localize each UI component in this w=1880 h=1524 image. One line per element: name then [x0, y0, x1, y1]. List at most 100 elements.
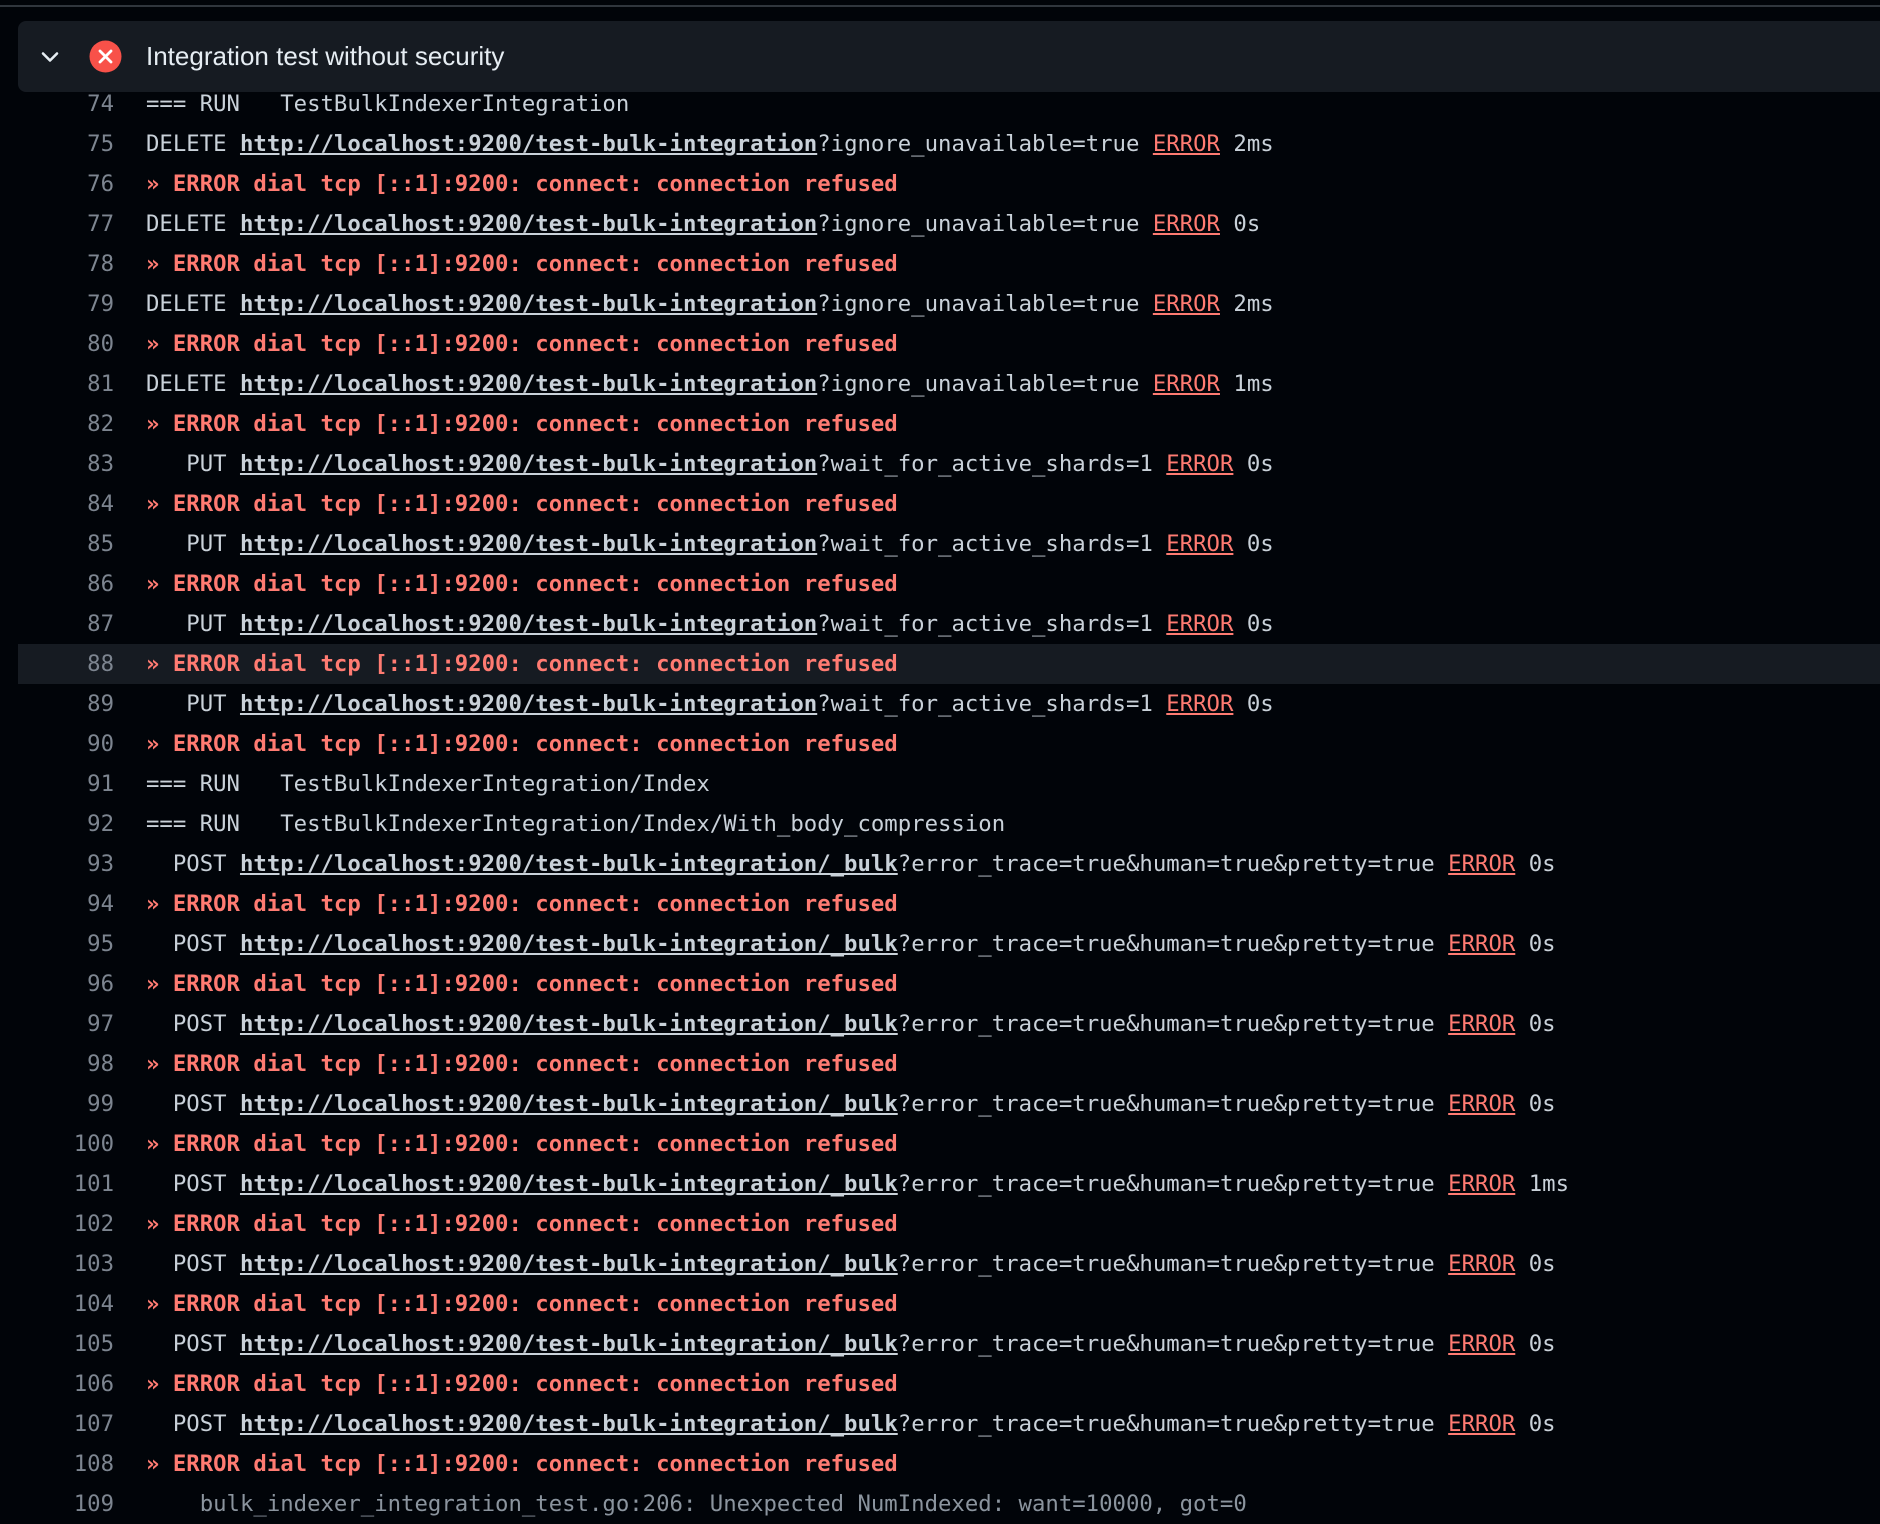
line-number[interactable]: 100 [18, 1124, 114, 1164]
request-url-link[interactable]: http://localhost:9200/test-bulk-integrat… [240, 451, 817, 477]
log-line[interactable]: 86 » ERROR dial tcp [::1]:9200: connect: … [18, 564, 1880, 604]
step-title[interactable]: Integration test without security [146, 21, 504, 92]
line-number[interactable]: 81 [18, 364, 114, 404]
request-url-link[interactable]: http://localhost:9200/test-bulk-integrat… [240, 531, 817, 557]
request-url-link[interactable]: http://localhost:9200/test-bulk-integrat… [240, 691, 817, 717]
log-line[interactable]: 105 POST http://localhost:9200/test-bulk… [18, 1324, 1880, 1364]
log-line[interactable]: 106 » ERROR dial tcp [::1]:9200: connect:… [18, 1364, 1880, 1404]
log-line[interactable]: 85 PUT http://localhost:9200/test-bulk-i… [18, 524, 1880, 564]
line-number[interactable]: 90 [18, 724, 114, 764]
log-line[interactable]: 79 DELETE http://localhost:9200/test-bulk… [18, 284, 1880, 324]
log-line[interactable]: 101 POST http://localhost:9200/test-bulk… [18, 1164, 1880, 1204]
line-number[interactable]: 96 [18, 964, 114, 1004]
line-number[interactable]: 97 [18, 1004, 114, 1044]
line-number[interactable]: 82 [18, 404, 114, 444]
log-line[interactable]: 91 === RUN TestBulkIndexerIntegration/Ind… [18, 764, 1880, 804]
error-status-link[interactable]: ERROR [1448, 1251, 1515, 1277]
error-status-link[interactable]: ERROR [1153, 211, 1220, 237]
line-number[interactable]: 83 [18, 444, 114, 484]
request-url-link[interactable]: http://localhost:9200/test-bulk-integrat… [240, 611, 817, 637]
log-line[interactable]: 100 » ERROR dial tcp [::1]:9200: connect:… [18, 1124, 1880, 1164]
log-line[interactable]: 96 » ERROR dial tcp [::1]:9200: connect: … [18, 964, 1880, 1004]
log-line[interactable]: 102 » ERROR dial tcp [::1]:9200: connect:… [18, 1204, 1880, 1244]
log-line[interactable]: 95 POST http://localhost:9200/test-bulk-… [18, 924, 1880, 964]
request-url-link[interactable]: http://localhost:9200/test-bulk-integrat… [240, 851, 898, 877]
line-number[interactable]: 76 [18, 164, 114, 204]
request-url-link[interactable]: http://localhost:9200/test-bulk-integrat… [240, 1251, 898, 1277]
log-line[interactable]: 89 PUT http://localhost:9200/test-bulk-i… [18, 684, 1880, 724]
chevron-down-icon[interactable] [38, 45, 62, 69]
line-number[interactable]: 77 [18, 204, 114, 244]
request-url-link[interactable]: http://localhost:9200/test-bulk-integrat… [240, 371, 817, 397]
log-line[interactable]: 80 » ERROR dial tcp [::1]:9200: connect: … [18, 324, 1880, 364]
log-line[interactable]: 81 DELETE http://localhost:9200/test-bulk… [18, 364, 1880, 404]
line-number[interactable]: 84 [18, 484, 114, 524]
line-number[interactable]: 102 [18, 1204, 114, 1244]
line-number[interactable]: 89 [18, 684, 114, 724]
request-url-link[interactable]: http://localhost:9200/test-bulk-integrat… [240, 1411, 898, 1437]
error-status-link[interactable]: ERROR [1448, 1331, 1515, 1357]
request-url-link[interactable]: http://localhost:9200/test-bulk-integrat… [240, 211, 817, 237]
error-status-link[interactable]: ERROR [1166, 531, 1233, 557]
error-status-link[interactable]: ERROR [1153, 131, 1220, 157]
log-line[interactable]: 109 bulk_indexer_integration_test.go:206… [18, 1484, 1880, 1524]
error-status-link[interactable]: ERROR [1448, 851, 1515, 877]
log-line[interactable]: 92 === RUN TestBulkIndexerIntegration/Ind… [18, 804, 1880, 844]
line-number[interactable]: 92 [18, 804, 114, 844]
line-number[interactable]: 85 [18, 524, 114, 564]
log-line[interactable]: 98 » ERROR dial tcp [::1]:9200: connect: … [18, 1044, 1880, 1084]
log-line[interactable]: 97 POST http://localhost:9200/test-bulk-… [18, 1004, 1880, 1044]
line-number[interactable]: 80 [18, 324, 114, 364]
log-line[interactable]: 99 POST http://localhost:9200/test-bulk-… [18, 1084, 1880, 1124]
line-number[interactable]: 106 [18, 1364, 114, 1404]
line-number[interactable]: 87 [18, 604, 114, 644]
line-number[interactable]: 104 [18, 1284, 114, 1324]
line-number[interactable]: 108 [18, 1444, 114, 1484]
line-number[interactable]: 95 [18, 924, 114, 964]
line-number[interactable]: 91 [18, 764, 114, 804]
request-url-link[interactable]: http://localhost:9200/test-bulk-integrat… [240, 1171, 898, 1197]
line-number[interactable]: 93 [18, 844, 114, 884]
request-url-link[interactable]: http://localhost:9200/test-bulk-integrat… [240, 1091, 898, 1117]
line-number[interactable]: 94 [18, 884, 114, 924]
log-line[interactable]: 87 PUT http://localhost:9200/test-bulk-i… [18, 604, 1880, 644]
error-status-link[interactable]: ERROR [1166, 691, 1233, 717]
request-url-link[interactable]: http://localhost:9200/test-bulk-integrat… [240, 291, 817, 317]
log-line[interactable]: 108 » ERROR dial tcp [::1]:9200: connect:… [18, 1444, 1880, 1484]
error-status-link[interactable]: ERROR [1448, 931, 1515, 957]
log-line[interactable]: 93 POST http://localhost:9200/test-bulk-… [18, 844, 1880, 884]
step-header[interactable]: Integration test without security [18, 21, 1880, 92]
line-number[interactable]: 98 [18, 1044, 114, 1084]
log-line[interactable]: 84 » ERROR dial tcp [::1]:9200: connect: … [18, 484, 1880, 524]
error-status-link[interactable]: ERROR [1166, 611, 1233, 637]
line-number[interactable]: 86 [18, 564, 114, 604]
error-status-link[interactable]: ERROR [1166, 451, 1233, 477]
line-number[interactable]: 109 [18, 1484, 114, 1524]
request-url-link[interactable]: http://localhost:9200/test-bulk-integrat… [240, 1331, 898, 1357]
error-status-link[interactable]: ERROR [1153, 291, 1220, 317]
line-number[interactable]: 105 [18, 1324, 114, 1364]
line-number[interactable]: 88 [18, 644, 114, 684]
log-line[interactable]: 90 » ERROR dial tcp [::1]:9200: connect: … [18, 724, 1880, 764]
log-line[interactable]: 82 » ERROR dial tcp [::1]:9200: connect: … [18, 404, 1880, 444]
log-line[interactable]: 77 DELETE http://localhost:9200/test-bulk… [18, 204, 1880, 244]
request-url-link[interactable]: http://localhost:9200/test-bulk-integrat… [240, 131, 817, 157]
line-number[interactable]: 74 [18, 84, 114, 124]
line-number[interactable]: 101 [18, 1164, 114, 1204]
error-status-link[interactable]: ERROR [1448, 1011, 1515, 1037]
request-url-link[interactable]: http://localhost:9200/test-bulk-integrat… [240, 931, 898, 957]
log-line[interactable]: 75 DELETE http://localhost:9200/test-bulk… [18, 124, 1880, 164]
error-status-link[interactable]: ERROR [1448, 1091, 1515, 1117]
log-line[interactable]: 76 » ERROR dial tcp [::1]:9200: connect: … [18, 164, 1880, 204]
log-line[interactable]: 88 » ERROR dial tcp [::1]:9200: connect: … [18, 644, 1880, 684]
log-line[interactable]: 104 » ERROR dial tcp [::1]:9200: connect:… [18, 1284, 1880, 1324]
line-number[interactable]: 79 [18, 284, 114, 324]
log-line[interactable]: 94 » ERROR dial tcp [::1]:9200: connect: … [18, 884, 1880, 924]
error-status-link[interactable]: ERROR [1448, 1411, 1515, 1437]
log-line[interactable]: 78 » ERROR dial tcp [::1]:9200: connect: … [18, 244, 1880, 284]
line-number[interactable]: 78 [18, 244, 114, 284]
line-number[interactable]: 103 [18, 1244, 114, 1284]
line-number[interactable]: 75 [18, 124, 114, 164]
error-status-link[interactable]: ERROR [1448, 1171, 1515, 1197]
log-line[interactable]: 103 POST http://localhost:9200/test-bulk… [18, 1244, 1880, 1284]
